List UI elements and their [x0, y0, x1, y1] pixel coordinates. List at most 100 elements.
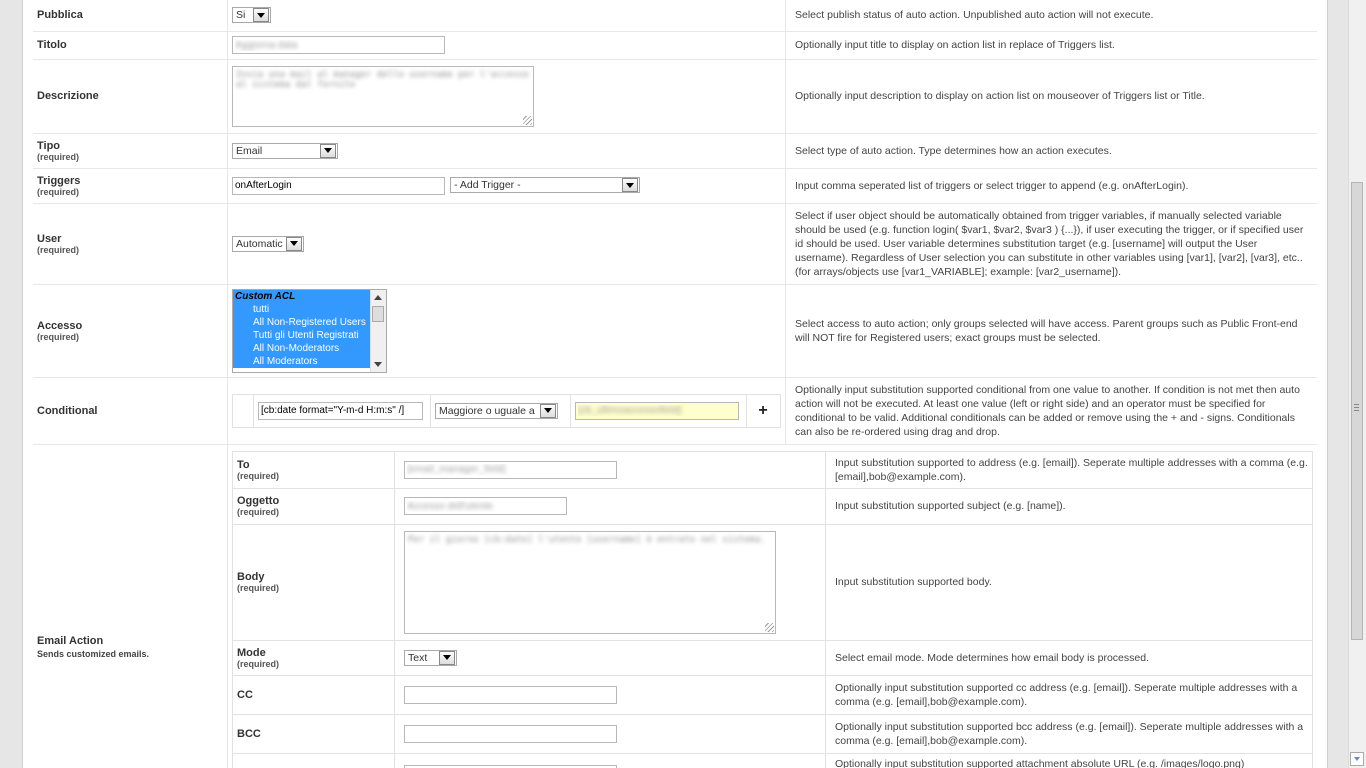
acl-option[interactable]: All Non-Moderators: [233, 341, 386, 355]
row-user: User (required) Automatic Select if user …: [33, 203, 1317, 285]
conditional-label: Conditional: [33, 377, 228, 445]
oggetto-desc: Input substitution supported subject (e.…: [825, 487, 1313, 525]
cc-input[interactable]: [404, 685, 617, 704]
user-required: (required): [37, 244, 80, 255]
cc-label: CC: [232, 674, 395, 715]
email-row-to: To(required) Input substitution supporte…: [232, 450, 1313, 489]
tipo-label: Tipo: [37, 139, 61, 152]
accesso-required: (required): [37, 331, 80, 342]
attachment-label: [232, 752, 395, 768]
attachment-input[interactable]: [404, 764, 617, 768]
pubblica-desc: Select publish status of auto action. Un…: [785, 0, 1317, 32]
email-action-label: Email Action: [37, 634, 104, 647]
triggers-required: (required): [37, 186, 80, 197]
conditional-desc: Optionally input substitution supported …: [785, 377, 1317, 445]
attachment-desc: Optionally input substitution supported …: [825, 752, 1313, 768]
row-conditional: Conditional Maggiore o uguale a + Option…: [33, 377, 1317, 445]
scroll-down-icon[interactable]: [374, 361, 382, 367]
resize-grip-icon[interactable]: [523, 115, 532, 125]
email-row-mode: Mode (required) Text Select email mode. M…: [232, 639, 1313, 676]
oggetto-input[interactable]: [404, 497, 567, 515]
chevron-down-icon: [540, 403, 556, 418]
mode-select[interactable]: Text: [404, 649, 457, 666]
user-label: User: [37, 232, 62, 245]
user-select-value: Automatic: [236, 237, 283, 250]
row-pubblica: Pubblica Si Select publish status of aut…: [33, 0, 1317, 32]
body-required: (required): [237, 583, 280, 593]
email-row-cc: CC Optionally input substitution support…: [232, 674, 1313, 715]
body-label: Body: [237, 571, 265, 583]
conditional-operator-value: Maggiore o uguale a: [439, 404, 535, 417]
listbox-scrollbar[interactable]: [370, 289, 386, 372]
oggetto-required: (required): [237, 507, 280, 517]
add-trigger-select-value: - Add Trigger -: [454, 179, 521, 192]
pubblica-label: Pubblica: [33, 0, 228, 32]
bcc-label: BCC: [232, 713, 395, 754]
acl-option[interactable]: All Moderators: [233, 354, 386, 368]
triggers-input[interactable]: [232, 176, 445, 195]
user-select[interactable]: Automatic: [232, 235, 304, 252]
conditional-right-input[interactable]: [575, 401, 739, 420]
mode-label: Mode: [237, 646, 266, 659]
scroll-up-icon[interactable]: [374, 294, 382, 300]
chevron-down-icon: [286, 236, 302, 251]
email-action-subtitle: Sends customized emails.: [37, 648, 150, 659]
add-trigger-select[interactable]: - Add Trigger -: [450, 177, 641, 194]
email-row-body: Body (required) Per il giorno [cb:date] l…: [232, 523, 1313, 641]
body-textarea[interactable]: Per il giorno [cb:date] l'utente [userna…: [404, 530, 776, 634]
row-titolo: Titolo Optionally input title to display…: [33, 31, 1317, 60]
conditional-operator-select[interactable]: Maggiore o uguale a: [435, 402, 558, 419]
cc-desc: Optionally input substitution supported …: [825, 674, 1313, 715]
tipo-select-value: Email: [236, 144, 263, 157]
scroll-grip-icon: [1354, 404, 1359, 413]
descrizione-desc: Optionally input description to display …: [785, 59, 1317, 134]
to-desc: Input substitution supported to address …: [825, 450, 1313, 489]
page-scrollbar[interactable]: [1348, 0, 1366, 768]
row-email-action: Email Action Sends customized emails. To(…: [33, 444, 1317, 768]
mode-desc: Select email mode. Mode determines how e…: [825, 639, 1313, 676]
acl-option[interactable]: Tutti gli Utenti Registrati: [233, 328, 386, 342]
triggers-desc: Input comma seperated list of triggers o…: [785, 168, 1317, 204]
acl-group-label: Custom ACL: [233, 289, 386, 303]
add-conditional-button[interactable]: +: [747, 402, 779, 420]
descrizione-label: Descrizione: [33, 59, 228, 134]
triggers-label: Triggers: [37, 174, 81, 187]
to-input[interactable]: [404, 460, 617, 479]
to-required: (required): [237, 470, 280, 481]
chevron-down-icon: [439, 650, 455, 665]
mode-select-value: Text: [408, 651, 428, 664]
pubblica-select[interactable]: Si: [232, 7, 271, 24]
titolo-label: Titolo: [33, 31, 228, 60]
accesso-listbox[interactable]: Custom ACL tutti All Non-Registered User…: [232, 288, 387, 373]
tipo-desc: Select type of auto action. Type determi…: [785, 133, 1317, 169]
tipo-select[interactable]: Email: [232, 142, 338, 159]
titolo-desc: Optionally input title to display on act…: [785, 31, 1317, 60]
email-row-oggetto: Oggetto(required) Input substitution sup…: [232, 487, 1313, 525]
row-descrizione: Descrizione Invia una mail al manager de…: [33, 59, 1317, 134]
email-row-bcc: BCC Optionally input substitution suppor…: [232, 713, 1313, 754]
chevron-down-icon: [320, 143, 336, 158]
user-desc: Select if user object should be automati…: [785, 203, 1317, 285]
email-row-attachment: Optionally input substitution supported …: [232, 752, 1313, 768]
conditional-left-input[interactable]: [258, 401, 423, 420]
conditional-row: Maggiore o uguale a +: [232, 393, 781, 428]
email-action-table: To(required) Input substitution supporte…: [232, 450, 1313, 768]
resize-grip-icon[interactable]: [765, 622, 774, 632]
auto-action-form: Pubblica Si Select publish status of aut…: [33, 0, 1317, 768]
acl-option[interactable]: All Non-Registered Users: [233, 315, 386, 329]
row-tipo: Tipo (required) Email Select type of auto…: [33, 133, 1317, 169]
tipo-required: (required): [37, 151, 80, 162]
bcc-input[interactable]: [404, 724, 617, 743]
form-page: Pubblica Si Select publish status of aut…: [22, 0, 1328, 768]
descrizione-textarea[interactable]: Invia una mail al manager dello username…: [232, 65, 534, 127]
body-desc: Input substitution supported body.: [825, 523, 1313, 641]
chevron-down-icon: [253, 8, 269, 23]
oggetto-label: Oggetto: [237, 495, 280, 507]
drag-handle[interactable]: [233, 394, 254, 427]
acl-option[interactable]: tutti: [233, 302, 386, 316]
titolo-input[interactable]: [232, 36, 445, 54]
row-triggers: Triggers(required) - Add Trigger - Input…: [33, 168, 1317, 204]
pubblica-select-value: Si: [236, 9, 246, 22]
scroll-down-icon[interactable]: [1350, 752, 1364, 766]
scroll-thumb[interactable]: [372, 305, 384, 322]
